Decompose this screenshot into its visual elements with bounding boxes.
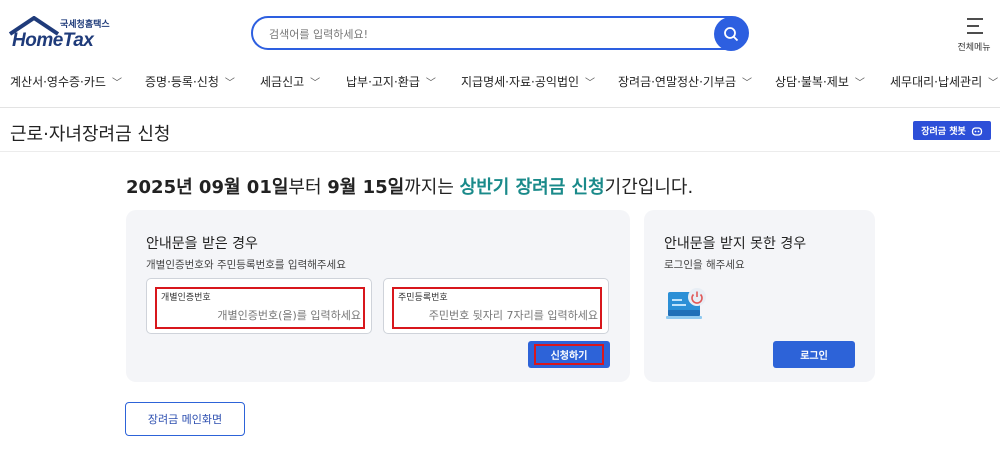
chevron-down-icon: ﹀	[988, 78, 999, 89]
nav-item-payment[interactable]: 납부·고지·환급 ﹀	[346, 73, 436, 90]
chevron-down-icon: ﹀	[854, 78, 865, 89]
robot-icon	[971, 126, 982, 136]
nav-item-label: 계산서·영수증·카드	[10, 75, 106, 89]
notice-highlight: 상반기 장려금 신청	[459, 177, 605, 198]
nav-item-tax-report[interactable]: 세금신고 ﹀	[260, 73, 320, 90]
chatbot-button[interactable]: 장려금 챗봇	[913, 121, 991, 140]
period-notice: 2025년 09월 01일부터 9월 15일까지는 상반기 장려금 신청기간입니…	[126, 173, 693, 199]
notice-end-date: 9월 15일	[327, 177, 405, 198]
nav-divider	[0, 107, 1000, 108]
card-description: 로그인을 해주세요	[664, 259, 745, 271]
search-bar[interactable]: 검색어를 입력하세요!	[251, 16, 749, 51]
auth-number-field[interactable]: 개별인증번호 개별인증번호(을)를 입력하세요	[146, 278, 372, 334]
all-menu-label: 전체메뉴	[957, 43, 991, 53]
auth-number-input[interactable]: 개별인증번호(을)를 입력하세요	[217, 307, 361, 323]
logo-text: HomeTax	[12, 30, 94, 51]
chevron-down-icon: ﹀	[310, 78, 321, 89]
nav-item-consult[interactable]: 상담·불복·제보 ﹀	[775, 73, 865, 90]
computer-power-icon	[666, 288, 706, 319]
card-title: 안내문을 받지 못한 경우	[664, 236, 807, 252]
nav-item-incentive[interactable]: 장려금·연말정산·기부금 ﹀	[618, 73, 752, 90]
nav-item-label: 지급명세·자료·공익법인	[461, 75, 580, 89]
nav-item-label: 세금신고	[260, 75, 305, 89]
incentive-main-button[interactable]: 장려금 메인화면	[125, 402, 245, 436]
notice-start-date: 2025년 09월 01일	[126, 177, 289, 198]
logo-subtitle: 국세청홈택스	[60, 20, 110, 30]
resident-number-label: 주민등록번호	[398, 293, 448, 303]
hometax-logo[interactable]: 국세청홈택스 HomeTax	[8, 16, 118, 56]
chevron-down-icon: ﹀	[425, 78, 436, 89]
chatbot-label: 장려금 챗봇	[921, 127, 966, 137]
apply-button-label: 신청하기	[550, 351, 588, 362]
nav-item-label: 증명·등록·신청	[145, 75, 219, 89]
nav-item-certificate[interactable]: 증명·등록·신청 ﹀	[145, 73, 235, 90]
search-icon	[724, 27, 739, 42]
received-notice-card: 안내문을 받은 경우 개별인증번호와 주민등록번호를 입력해주세요 개별인증번호…	[126, 210, 630, 382]
nav-item-statements[interactable]: 지급명세·자료·공익법인 ﹀	[461, 73, 595, 90]
chevron-down-icon: ﹀	[585, 78, 596, 89]
card-description: 개별인증번호와 주민등록번호를 입력해주세요	[146, 259, 346, 271]
nav-item-label: 장려금·연말정산·기부금	[618, 75, 737, 89]
search-input[interactable]: 검색어를 입력하세요!	[269, 26, 368, 42]
card-title: 안내문을 받은 경우	[146, 236, 258, 252]
all-menu-button[interactable]: 전체메뉴	[952, 16, 996, 53]
chevron-down-icon: ﹀	[111, 78, 122, 89]
title-divider	[0, 151, 1000, 152]
search-button[interactable]	[714, 17, 748, 51]
nav-item-label: 납부·고지·환급	[346, 75, 420, 89]
login-button[interactable]: 로그인	[773, 341, 855, 368]
global-nav: 계산서·영수증·카드 ﹀ 증명·등록·신청 ﹀ 세금신고 ﹀ 납부·고지·환급 ﹀ 지급…	[0, 62, 1000, 100]
apply-button[interactable]: 신청하기	[528, 341, 610, 368]
chevron-down-icon: ﹀	[742, 78, 753, 89]
nav-item-agent[interactable]: 세무대리·납세관리 ﹀	[890, 73, 998, 90]
not-received-card: 안내문을 받지 못한 경우 로그인을 해주세요 로그인	[644, 210, 875, 382]
nav-item-invoice[interactable]: 계산서·영수증·카드 ﹀	[10, 73, 122, 90]
resident-number-field[interactable]: 주민등록번호 주민번호 뒷자리 7자리를 입력하세요	[383, 278, 609, 334]
nav-item-label: 세무대리·납세관리	[890, 75, 983, 89]
notice-text: 기간입니다.	[604, 177, 694, 198]
notice-text: 까지는	[404, 177, 460, 198]
nav-item-label: 상담·불복·제보	[775, 75, 849, 89]
notice-text: 부터	[288, 177, 328, 198]
auth-number-label: 개별인증번호	[161, 293, 211, 303]
hamburger-icon	[967, 18, 983, 34]
chevron-down-icon: ﹀	[224, 78, 235, 89]
resident-number-input[interactable]: 주민번호 뒷자리 7자리를 입력하세요	[429, 307, 598, 323]
page-title: 근로·자녀장려금 신청	[10, 124, 171, 145]
